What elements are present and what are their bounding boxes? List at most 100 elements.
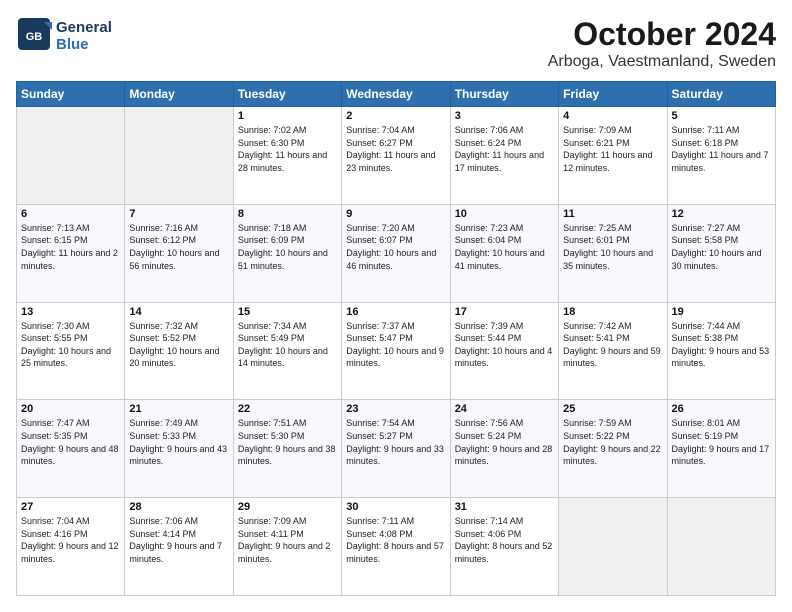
day-info: Sunrise: 7:18 AMSunset: 6:09 PMDaylight:… [238, 222, 337, 272]
day-info: Sunrise: 7:11 AMSunset: 4:08 PMDaylight:… [346, 515, 445, 565]
day-number: 11 [563, 208, 662, 220]
day-number: 2 [346, 110, 445, 122]
calendar-day-cell: 11 Sunrise: 7:25 AMSunset: 6:01 PMDayligh… [559, 204, 667, 302]
calendar-week-row: 1 Sunrise: 7:02 AMSunset: 6:30 PMDaylight… [17, 107, 776, 205]
day-info: Sunrise: 7:04 AMSunset: 4:16 PMDaylight:… [21, 515, 120, 565]
calendar-table: Sunday Monday Tuesday Wednesday Thursday… [16, 81, 776, 596]
day-number: 22 [238, 403, 337, 415]
day-info: Sunrise: 7:44 AMSunset: 5:38 PMDaylight:… [672, 320, 771, 370]
day-number: 25 [563, 403, 662, 415]
day-info: Sunrise: 7:14 AMSunset: 4:06 PMDaylight:… [455, 515, 554, 565]
page-subtitle: Arboga, Vaestmanland, Sweden [548, 53, 776, 71]
calendar-week-row: 27 Sunrise: 7:04 AMSunset: 4:16 PMDayligh… [17, 498, 776, 596]
day-number: 28 [129, 501, 228, 513]
header-tuesday: Tuesday [233, 82, 341, 107]
calendar-day-cell: 7Sunrise: 7:16 AMSunset: 6:12 PMDaylight… [125, 204, 233, 302]
calendar-day-cell: 23 Sunrise: 7:54 AMSunset: 5:27 PMDayligh… [342, 400, 450, 498]
day-number: 31 [455, 501, 554, 513]
title-block: October 2024 Arboga, Vaestmanland, Swede… [548, 16, 776, 71]
day-info: Sunrise: 8:01 AMSunset: 5:19 PMDaylight:… [672, 417, 771, 467]
calendar-day-cell: 1 Sunrise: 7:02 AMSunset: 6:30 PMDaylight… [233, 107, 341, 205]
calendar-day-cell: 17 Sunrise: 7:39 AMSunset: 5:44 PMDayligh… [450, 302, 558, 400]
calendar-day-cell: 9 Sunrise: 7:20 AMSunset: 6:07 PMDaylight… [342, 204, 450, 302]
calendar-week-row: 20 Sunrise: 7:47 AMSunset: 5:35 PMDayligh… [17, 400, 776, 498]
day-info: Sunrise: 7:25 AMSunset: 6:01 PMDaylight:… [563, 222, 662, 272]
calendar-day-cell [17, 107, 125, 205]
day-number: 29 [238, 501, 337, 513]
day-number: 23 [346, 403, 445, 415]
logo-line1: General [56, 20, 112, 37]
calendar-day-cell: 14Sunrise: 7:32 AMSunset: 5:52 PMDayligh… [125, 302, 233, 400]
calendar-day-cell: 24 Sunrise: 7:56 AMSunset: 5:24 PMDayligh… [450, 400, 558, 498]
calendar-week-row: 13Sunrise: 7:30 AMSunset: 5:55 PMDayligh… [17, 302, 776, 400]
calendar-day-cell: 31 Sunrise: 7:14 AMSunset: 4:06 PMDayligh… [450, 498, 558, 596]
day-number: 1 [238, 110, 337, 122]
calendar-day-cell: 3Sunrise: 7:06 AMSunset: 6:24 PMDaylight… [450, 107, 558, 205]
calendar-day-cell: 21Sunrise: 7:49 AMSunset: 5:33 PMDayligh… [125, 400, 233, 498]
day-info: Sunrise: 7:54 AMSunset: 5:27 PMDaylight:… [346, 417, 445, 467]
calendar-day-cell: 4 Sunrise: 7:09 AMSunset: 6:21 PMDaylight… [559, 107, 667, 205]
calendar-day-cell: 10Sunrise: 7:23 AMSunset: 6:04 PMDayligh… [450, 204, 558, 302]
day-number: 15 [238, 306, 337, 318]
day-number: 14 [129, 306, 228, 318]
calendar-day-cell: 30 Sunrise: 7:11 AMSunset: 4:08 PMDayligh… [342, 498, 450, 596]
day-info: Sunrise: 7:09 AMSunset: 6:21 PMDaylight:… [563, 124, 662, 174]
calendar-day-cell: 6 Sunrise: 7:13 AMSunset: 6:15 PMDaylight… [17, 204, 125, 302]
header-monday: Monday [125, 82, 233, 107]
calendar-day-cell: 20 Sunrise: 7:47 AMSunset: 5:35 PMDayligh… [17, 400, 125, 498]
day-info: Sunrise: 7:37 AMSunset: 5:47 PMDaylight:… [346, 320, 445, 370]
day-number: 24 [455, 403, 554, 415]
day-number: 26 [672, 403, 771, 415]
logo-icon: GB [16, 16, 52, 57]
calendar-day-cell: 25Sunrise: 7:59 AMSunset: 5:22 PMDayligh… [559, 400, 667, 498]
day-number: 6 [21, 208, 120, 220]
day-info: Sunrise: 7:56 AMSunset: 5:24 PMDaylight:… [455, 417, 554, 467]
day-info: Sunrise: 7:02 AMSunset: 6:30 PMDaylight:… [238, 124, 337, 174]
header-thursday: Thursday [450, 82, 558, 107]
day-info: Sunrise: 7:47 AMSunset: 5:35 PMDaylight:… [21, 417, 120, 467]
day-info: Sunrise: 7:39 AMSunset: 5:44 PMDaylight:… [455, 320, 554, 370]
calendar-day-cell: 18Sunrise: 7:42 AMSunset: 5:41 PMDayligh… [559, 302, 667, 400]
calendar-day-cell: 28 Sunrise: 7:06 AMSunset: 4:14 PMDayligh… [125, 498, 233, 596]
logo-line2: Blue [56, 37, 112, 54]
day-info: Sunrise: 7:13 AMSunset: 6:15 PMDaylight:… [21, 222, 120, 272]
calendar-day-cell: 29 Sunrise: 7:09 AMSunset: 4:11 PMDayligh… [233, 498, 341, 596]
day-number: 30 [346, 501, 445, 513]
day-number: 19 [672, 306, 771, 318]
page: GB General Blue October 2024 Arboga, Vae… [0, 0, 792, 612]
page-title: October 2024 [548, 16, 776, 53]
calendar-day-cell [667, 498, 775, 596]
svg-text:GB: GB [26, 31, 43, 43]
day-info: Sunrise: 7:06 AMSunset: 6:24 PMDaylight:… [455, 124, 554, 174]
calendar-day-cell: 12 Sunrise: 7:27 AMSunset: 5:58 PMDayligh… [667, 204, 775, 302]
day-number: 18 [563, 306, 662, 318]
calendar-week-row: 6 Sunrise: 7:13 AMSunset: 6:15 PMDaylight… [17, 204, 776, 302]
calendar-day-cell: 8Sunrise: 7:18 AMSunset: 6:09 PMDaylight… [233, 204, 341, 302]
day-info: Sunrise: 7:06 AMSunset: 4:14 PMDaylight:… [129, 515, 228, 565]
day-info: Sunrise: 7:16 AMSunset: 6:12 PMDaylight:… [129, 222, 228, 272]
day-number: 13 [21, 306, 120, 318]
day-number: 9 [346, 208, 445, 220]
day-info: Sunrise: 7:23 AMSunset: 6:04 PMDaylight:… [455, 222, 554, 272]
day-number: 27 [21, 501, 120, 513]
day-number: 12 [672, 208, 771, 220]
calendar-day-cell: 13Sunrise: 7:30 AMSunset: 5:55 PMDayligh… [17, 302, 125, 400]
day-number: 20 [21, 403, 120, 415]
day-number: 16 [346, 306, 445, 318]
weekday-header-row: Sunday Monday Tuesday Wednesday Thursday… [17, 82, 776, 107]
header-friday: Friday [559, 82, 667, 107]
day-number: 17 [455, 306, 554, 318]
calendar-day-cell [559, 498, 667, 596]
calendar-day-cell: 19 Sunrise: 7:44 AMSunset: 5:38 PMDayligh… [667, 302, 775, 400]
day-info: Sunrise: 7:04 AMSunset: 6:27 PMDaylight:… [346, 124, 445, 174]
day-info: Sunrise: 7:20 AMSunset: 6:07 PMDaylight:… [346, 222, 445, 272]
day-info: Sunrise: 7:11 AMSunset: 6:18 PMDaylight:… [672, 124, 771, 174]
calendar-day-cell: 5Sunrise: 7:11 AMSunset: 6:18 PMDaylight… [667, 107, 775, 205]
calendar-day-cell: 22Sunrise: 7:51 AMSunset: 5:30 PMDayligh… [233, 400, 341, 498]
day-info: Sunrise: 7:34 AMSunset: 5:49 PMDaylight:… [238, 320, 337, 370]
day-number: 21 [129, 403, 228, 415]
day-info: Sunrise: 7:27 AMSunset: 5:58 PMDaylight:… [672, 222, 771, 272]
day-info: Sunrise: 7:09 AMSunset: 4:11 PMDaylight:… [238, 515, 337, 565]
day-number: 4 [563, 110, 662, 122]
header-saturday: Saturday [667, 82, 775, 107]
